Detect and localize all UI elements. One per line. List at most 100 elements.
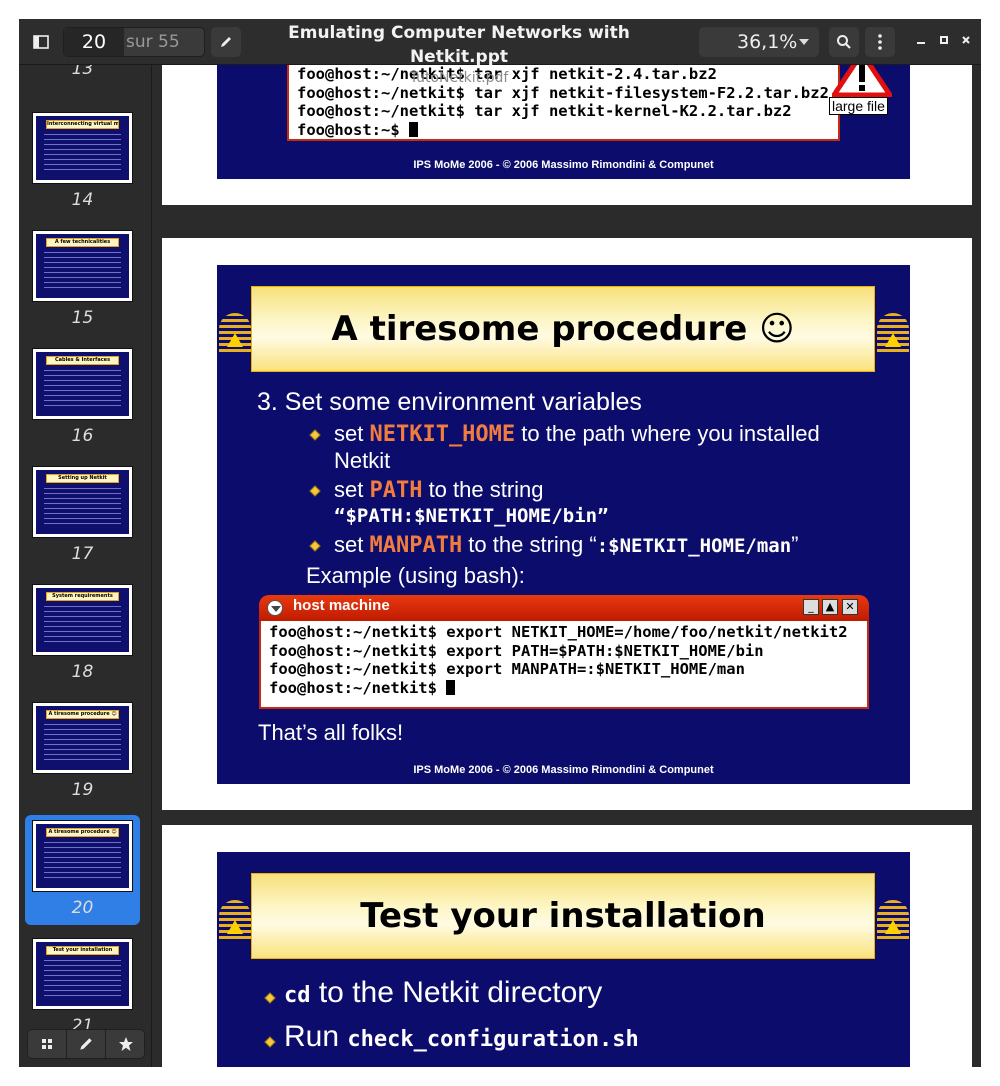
zoom-selector[interactable]: 36,1% <box>699 27 819 57</box>
close-icon <box>962 36 970 44</box>
bullet-icon <box>309 485 321 497</box>
thumbnail-page-15[interactable]: A few technicalities 15 <box>25 225 140 335</box>
thumbnail-title: A tiresome procedure ☺ <box>46 710 119 719</box>
closing-text: That’s all folks! <box>258 720 404 745</box>
close-icon: ✕ <box>842 599 858 615</box>
thumbnail-page-19[interactable]: A tiresome procedure ☺ 19 <box>25 697 140 807</box>
bullet-icon <box>264 1036 276 1048</box>
maximize-button[interactable] <box>934 31 954 51</box>
page-number-input[interactable] <box>64 28 124 56</box>
slide-pillar-ornament <box>877 313 909 355</box>
thumbnail-slide: A few technicalities <box>36 234 129 298</box>
thumbnail-slide: System requirements <box>36 588 129 652</box>
pencil-icon <box>80 1038 92 1050</box>
thumbnail-page-16[interactable]: Cables & Interfaces 16 <box>25 343 140 453</box>
menu-button[interactable] <box>865 27 895 57</box>
thumbnail-number: 17 <box>71 544 94 564</box>
minimize-button[interactable] <box>911 31 931 51</box>
code-value: “$PATH:$NETKIT_HOME/bin” <box>334 505 609 527</box>
terminal-line: foo@host:~/netkit$ export NETKIT_HOME=/h… <box>269 623 848 641</box>
thumbnail-title: Interconnecting virtual machines <box>46 120 119 129</box>
annotations-view-button[interactable] <box>67 1030 106 1058</box>
thumbnail-number: 18 <box>71 662 94 682</box>
bullet-text: Run <box>284 1020 348 1053</box>
terminal-title: host machine <box>293 597 390 614</box>
document-view[interactable]: foo@host:~/netkit$ tar xjf netkit-2.4.ta… <box>153 65 981 1067</box>
terminal-titlebar: host machine _ ▲ ✕ <box>259 595 869 621</box>
window-subtitle: TutoNetkit.pdf <box>409 70 509 86</box>
bullet-text: to the string <box>422 477 544 502</box>
step-heading: 3. Set some environment variables <box>257 388 642 416</box>
sidebar-icon <box>33 35 49 49</box>
warning-icon <box>832 65 892 97</box>
terminal-prompt: foo@host:~/netkit$ <box>269 679 859 698</box>
thumbnail-title: A few technicalities <box>46 238 119 247</box>
thumbnail-title: Test your installation <box>46 946 119 955</box>
slide-pillar-ornament <box>219 900 251 942</box>
bullet-item: cd to the Netkit directory <box>284 976 602 1010</box>
thumbnail-content <box>44 960 121 1000</box>
thumbnail-title: Setting up Netkit <box>46 474 119 483</box>
header-bar: sur 55 Emulating Computer Networks with … <box>19 19 981 86</box>
terminal-menu-icon <box>267 600 283 616</box>
thumbnail-page-17[interactable]: Setting up Netkit 17 <box>25 461 140 571</box>
thumbnail-content <box>44 724 121 764</box>
terminal-line: foo@host:~/netkit$ tar xjf netkit-kernel… <box>297 102 792 120</box>
chevron-down-icon <box>799 39 809 45</box>
thumbnail-number: 15 <box>71 308 94 328</box>
thumbnail-page-20[interactable]: A tiresome procedure ☺ 20 <box>25 815 140 925</box>
thumbnail-page-21[interactable]: Test your installation 21 <box>25 933 140 1043</box>
thumbnail-content <box>44 488 121 528</box>
bullet-text: set <box>334 421 370 446</box>
bookmarks-view-button[interactable] <box>106 1030 145 1058</box>
sidebar-view-switcher <box>27 1029 145 1059</box>
code-token: cd <box>284 983 311 1008</box>
grid-icon <box>42 1039 52 1049</box>
thumbnail-slide: Cables & Interfaces <box>36 352 129 416</box>
thumbnail-image: Cables & Interfaces <box>32 348 133 420</box>
bullet-continuation: Netkit <box>334 448 391 473</box>
search-icon <box>837 35 851 49</box>
slide-title: Test your installation <box>360 896 766 936</box>
thumbnail-number: 19 <box>71 780 94 800</box>
minimize-icon: _ <box>803 599 819 615</box>
prompt-text: foo@host:~/netkit$ <box>269 678 447 697</box>
sidebar-toggle-button[interactable] <box>27 27 55 57</box>
thumbnail-number: 14 <box>71 190 94 210</box>
thumbnail-image: A few technicalities <box>32 230 133 302</box>
example-label: Example (using bash): <box>306 563 525 588</box>
terminal-cursor <box>446 679 456 695</box>
thumbnail-image: System requirements <box>32 584 133 656</box>
bullet-item: set MANPATH to the string “:$NETKIT_HOME… <box>334 532 799 558</box>
thumbnail-image: A tiresome procedure ☺ <box>32 820 133 892</box>
slide-title: A tiresome procedure ☺ <box>331 309 795 349</box>
thumbnail-page-14[interactable]: Interconnecting virtual machines 14 <box>25 107 140 217</box>
thumbnail-page-18[interactable]: System requirements 18 <box>25 579 140 689</box>
code-token: MANPATH <box>369 533 463 558</box>
terminal-cursor <box>408 121 418 137</box>
thumbnail-image: Test your installation <box>32 938 133 1010</box>
bullet-text: to the string “ <box>462 532 597 557</box>
pdf-page-21: Test your installation cd to the Netkit … <box>162 825 972 1067</box>
thumbnail-image: Interconnecting virtual machines <box>32 112 133 184</box>
pencil-icon <box>221 37 231 47</box>
slide-footer: IPS MoMe 2006 - © 2006 Massimo Rimondini… <box>413 159 714 171</box>
thumbnail-content <box>44 370 121 410</box>
search-button[interactable] <box>829 27 859 57</box>
thumbnail-slide: Interconnecting virtual machines <box>36 116 129 180</box>
thumbnails-view-button[interactable] <box>28 1030 67 1058</box>
close-button[interactable] <box>956 31 976 51</box>
bullet-item: set NETKIT_HOME to the path where you in… <box>334 421 820 447</box>
annotate-button[interactable] <box>211 27 241 57</box>
maximize-icon: ▲ <box>822 599 838 615</box>
thumbnail-number: 16 <box>71 426 94 446</box>
kebab-menu-icon <box>878 34 882 50</box>
window-title-block: Emulating Computer Networks with Netkit.… <box>249 21 669 87</box>
code-token: check_configuration.sh <box>347 1027 639 1052</box>
thumbnail-image: Setting up Netkit <box>32 466 133 538</box>
thumbnail-content <box>44 842 121 882</box>
prompt-text: foo@host:~$ <box>297 120 409 139</box>
bullet-item: set PATH to the string <box>334 477 544 503</box>
thumbnail-number: 20 <box>71 898 94 918</box>
code-token: NETKIT_HOME <box>369 422 516 447</box>
